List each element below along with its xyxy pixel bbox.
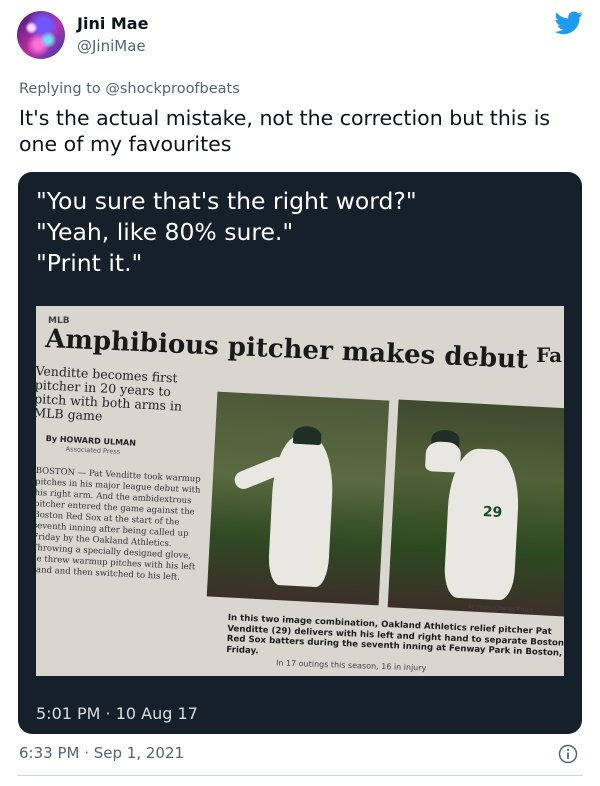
reply-mention-link[interactable]: @shockproofbeats: [105, 81, 239, 97]
twitter-bird-icon: [555, 11, 583, 35]
avatar[interactable]: [17, 11, 65, 59]
quote-line: "Print it.": [36, 249, 143, 277]
embedded-timestamp: 5:01 PM · 10 Aug 17: [36, 704, 198, 723]
newspaper-article-body: BOSTON — Pat Venditte took warmup pitche…: [36, 466, 201, 583]
divider: [17, 775, 583, 776]
reply-prefix: Replying to: [19, 81, 101, 97]
embedded-quote: "You sure that's the right word?" "Yeah,…: [36, 186, 566, 279]
newspaper-subhead: Venditte becomes first pitcher in 20 yea…: [36, 363, 183, 424]
user-handle[interactable]: @JiniMae: [77, 37, 146, 55]
pitcher-photo-left: [206, 391, 390, 606]
post-timestamp[interactable]: 6:33 PM · Sep 1, 2021: [19, 744, 184, 762]
quote-line: "You sure that's the right word?": [36, 187, 417, 215]
user-display-name[interactable]: Jini Mae: [77, 14, 148, 33]
embedded-image-card[interactable]: "You sure that's the right word?" "Yeah,…: [18, 172, 582, 734]
newspaper-headline-extra: Fa: [536, 343, 563, 367]
newspaper-photo[interactable]: MLB Amphibious pitcher makes debut Fa Ve…: [36, 306, 564, 676]
tweet-text: It's the actual mistake, not the correct…: [19, 106, 551, 156]
newspaper-byline-sub: Associated Press: [65, 445, 121, 456]
quote-line: "Yeah, like 80% sure.": [36, 218, 294, 246]
info-icon[interactable]: [558, 744, 578, 764]
pitcher-photo-right: 29: [387, 399, 564, 617]
reply-context: Replying to @shockproofbeats: [19, 81, 240, 97]
